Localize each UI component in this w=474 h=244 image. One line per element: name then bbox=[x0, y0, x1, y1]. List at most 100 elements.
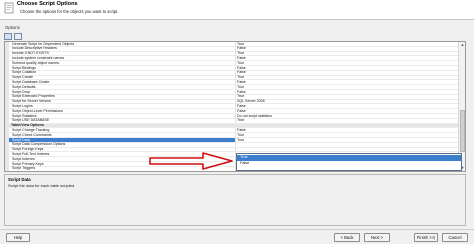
column-divider bbox=[235, 118, 236, 123]
dropdown-option-false[interactable]: False bbox=[237, 161, 461, 167]
row-margin bbox=[5, 56, 9, 61]
wizard-header: Choose Script Options Choose the options… bbox=[0, 0, 474, 20]
column-divider bbox=[235, 85, 236, 89]
property-value[interactable]: False bbox=[237, 90, 246, 94]
row-margin bbox=[5, 61, 9, 65]
property-name: Script Statistics bbox=[12, 113, 37, 118]
property-name: Script Indexes bbox=[12, 156, 35, 161]
column-divider bbox=[235, 99, 236, 104]
row-margin bbox=[5, 70, 9, 75]
property-value[interactable]: True bbox=[237, 138, 244, 142]
description-title: Script Data bbox=[8, 177, 31, 182]
row-margin bbox=[5, 104, 9, 109]
property-value[interactable]: False bbox=[237, 46, 246, 50]
property-name: Script Primary Keys bbox=[12, 161, 44, 166]
row-margin bbox=[5, 166, 9, 171]
property-name: Script Logins bbox=[12, 103, 33, 108]
property-value[interactable]: True bbox=[237, 51, 244, 55]
script-document-icon bbox=[4, 2, 14, 14]
column-divider bbox=[235, 142, 236, 147]
back-button[interactable]: < Back bbox=[334, 233, 360, 242]
column-divider bbox=[235, 56, 236, 61]
property-name: Script Data Compression Options bbox=[12, 142, 66, 147]
property-value[interactable]: False bbox=[237, 104, 246, 108]
column-divider bbox=[235, 147, 236, 152]
property-value[interactable]: True bbox=[237, 133, 244, 137]
row-margin bbox=[5, 46, 9, 51]
row-margin bbox=[5, 114, 9, 118]
row-margin bbox=[5, 128, 9, 133]
categorized-view-icon[interactable] bbox=[4, 33, 12, 40]
property-name: Script for Server Version bbox=[12, 99, 51, 104]
next-button[interactable]: Next > bbox=[364, 233, 390, 242]
row-margin bbox=[5, 99, 9, 104]
column-divider bbox=[235, 104, 236, 109]
cancel-button[interactable]: Cancel bbox=[442, 233, 468, 242]
options-label: Options bbox=[5, 25, 20, 30]
property-value[interactable]: False bbox=[237, 70, 246, 74]
selected-name-cell bbox=[9, 138, 235, 142]
property-name: Script Check Constraints bbox=[12, 132, 52, 137]
column-divider bbox=[235, 46, 236, 51]
row-margin bbox=[5, 157, 9, 161]
alphabetical-view-icon[interactable] bbox=[14, 33, 22, 40]
column-divider bbox=[235, 109, 236, 113]
column-divider bbox=[235, 133, 236, 137]
row-margin bbox=[5, 66, 9, 70]
scroll-thumb[interactable] bbox=[460, 110, 465, 152]
column-divider bbox=[235, 42, 236, 46]
property-name: Script Object-Level Permissions bbox=[12, 108, 63, 113]
property-value[interactable]: True bbox=[237, 61, 244, 65]
row-margin bbox=[5, 80, 9, 85]
property-value[interactable]: Do not script statistics bbox=[237, 114, 272, 118]
row-margin bbox=[5, 152, 9, 157]
value-dropdown-list[interactable]: True False bbox=[236, 153, 462, 171]
column-divider bbox=[235, 138, 236, 142]
property-name: Include If NOT EXISTS bbox=[12, 51, 49, 56]
property-value[interactable]: True bbox=[237, 42, 244, 46]
property-value[interactable]: True bbox=[237, 171, 244, 172]
property-value[interactable]: False bbox=[237, 128, 246, 132]
property-name: Script Drop bbox=[12, 89, 30, 94]
property-value[interactable]: False bbox=[237, 56, 246, 60]
property-name: Script Unique Keys bbox=[12, 171, 43, 172]
row-margin bbox=[5, 118, 9, 123]
property-value[interactable]: False bbox=[237, 80, 246, 84]
property-value[interactable]: True bbox=[237, 94, 244, 98]
page-title: Choose Script Options bbox=[17, 1, 78, 7]
row-margin bbox=[5, 75, 9, 80]
property-value[interactable]: False bbox=[237, 109, 246, 113]
row-margin bbox=[5, 123, 9, 128]
property-name: Generate Script for Dependent Objects bbox=[12, 41, 75, 46]
property-value[interactable]: True bbox=[237, 75, 244, 79]
column-divider bbox=[235, 94, 236, 99]
property-name: Script Defaults bbox=[12, 84, 36, 89]
scroll-up-icon[interactable]: ▲ bbox=[459, 42, 465, 48]
property-name: Include system constraint names bbox=[12, 55, 65, 60]
column-divider bbox=[235, 66, 236, 70]
footer-divider bbox=[0, 229, 474, 230]
row-margin bbox=[5, 85, 9, 89]
property-name: Script Foreign Keys bbox=[12, 147, 44, 152]
row-margin bbox=[5, 42, 9, 46]
property-value[interactable]: False bbox=[237, 66, 246, 70]
row-margin bbox=[5, 90, 9, 94]
column-divider bbox=[235, 80, 236, 85]
property-name: Script Database Create bbox=[12, 79, 50, 84]
row-margin bbox=[5, 162, 9, 166]
property-name: Script Extended Properties bbox=[12, 94, 55, 99]
property-name: Include Descriptive Headers bbox=[12, 46, 57, 51]
finish-button[interactable]: Finish >>| bbox=[414, 233, 438, 242]
row-margin bbox=[5, 94, 9, 99]
help-button[interactable]: Help bbox=[6, 233, 30, 242]
property-name: Script Change Tracking bbox=[12, 127, 50, 132]
grid-scrollbar[interactable]: ▲ ▼ bbox=[458, 42, 465, 171]
property-name: Script Bindings bbox=[12, 65, 36, 70]
row-margin bbox=[5, 133, 9, 137]
property-value[interactable]: True bbox=[237, 85, 244, 89]
property-value[interactable]: SQL Server 2005 bbox=[237, 99, 265, 103]
row-margin bbox=[5, 142, 9, 147]
page-subtitle: Choose the options for the objects you w… bbox=[20, 9, 119, 14]
property-name: Schema qualify object names. bbox=[12, 60, 60, 65]
property-value[interactable]: True bbox=[237, 118, 244, 122]
